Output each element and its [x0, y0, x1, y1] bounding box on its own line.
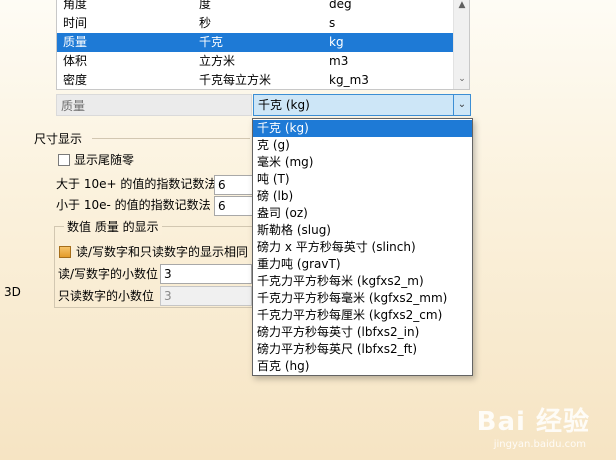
rw-decimals-input[interactable]: 3 [160, 264, 252, 284]
dropdown-option[interactable]: 磅力平方秒每英尺 (lbfxs2_ft) [253, 341, 472, 358]
unit-symbol-cell: kg [329, 35, 344, 49]
table-row[interactable]: 质量 千克 kg [57, 33, 455, 52]
show-trailing-zeros-label: 显示尾随零 [74, 153, 135, 167]
rw-decimals-label: 读/写数字的小数位 [58, 267, 159, 281]
table-row[interactable]: 时间 秒 s [57, 14, 455, 33]
dropdown-option[interactable]: 重力吨 (gravT) [253, 256, 472, 273]
less-exp-input[interactable]: 6 [214, 196, 254, 216]
quantity-name-cell: 角度 [63, 0, 88, 11]
dropdown-option[interactable]: 斯勒格 (slug) [253, 222, 472, 239]
ro-decimals-label: 只读数字的小数位 [58, 289, 155, 303]
watermark-url: jingyan.baidu.com [493, 439, 586, 450]
dropdown-option[interactable]: 克 (g) [253, 137, 472, 154]
dropdown-option[interactable]: 盎司 (oz) [253, 205, 472, 222]
same-display-label: 读/写数字和只读数字的显示相同 [76, 245, 249, 259]
dropdown-option[interactable]: 千克力平方秒每毫米 (kgfxs2_mm) [253, 290, 472, 307]
unit-table: 角度 度 deg 时间 秒 s 质量 千克 kg 体积 立方米 m3 密度 千克每立方米 kg_m3 ▲ ⌄ [56, 0, 470, 90]
unit-combobox-value: 千克 (kg) [258, 98, 310, 112]
quantity-name-cell: 密度 [63, 73, 88, 87]
dropdown-option[interactable]: 千克力平方秒每米 (kgfxs2_m) [253, 273, 472, 290]
table-row[interactable]: 体积 立方米 m3 [57, 52, 455, 71]
unit-combobox[interactable]: 千克 (kg) ⌄ [253, 94, 471, 116]
quantity-name-field: 质量 [56, 94, 252, 116]
less-exp-label: 小于 10e- 的值的指数记数法 [56, 198, 211, 212]
left-edge-3d-label: 3D [4, 285, 21, 299]
chevron-down-icon[interactable]: ⌄ [453, 95, 470, 115]
unit-name-cell: 千克 [199, 35, 224, 49]
same-display-checkbox[interactable] [59, 246, 71, 258]
unit-name-cell: 度 [199, 0, 212, 11]
ro-decimals-input: 3 [160, 286, 252, 306]
table-row[interactable]: 角度 度 deg [57, 0, 455, 14]
scroll-up-icon[interactable]: ▲ [454, 0, 469, 10]
dropdown-option[interactable]: 磅力 x 平方秒每英寸 (slinch) [253, 239, 472, 256]
table-vertical-scrollbar[interactable]: ▲ ⌄ [453, 0, 469, 89]
unit-name-cell: 秒 [199, 16, 212, 30]
dropdown-option[interactable]: 百克 (hg) [253, 358, 472, 375]
dropdown-option[interactable]: 千克 (kg) [253, 120, 472, 137]
quantity-name-cell: 体积 [63, 54, 88, 68]
quantity-name-cell: 时间 [63, 16, 88, 30]
dropdown-option[interactable]: 吨 (T) [253, 171, 472, 188]
unit-symbol-cell: kg_m3 [329, 73, 369, 87]
watermark-logo: Bai 经验 [476, 407, 590, 437]
unit-name-cell: 千克每立方米 [199, 73, 272, 87]
dropdown-option[interactable]: 毫米 (mg) [253, 154, 472, 171]
greater-exp-label: 大于 10e+ 的值的指数记数法 [56, 177, 217, 191]
dropdown-option[interactable]: 磅 (lb) [253, 188, 472, 205]
scroll-down-icon[interactable]: ⌄ [454, 74, 469, 84]
quantity-name-cell: 质量 [63, 35, 88, 49]
numeric-display-title: 数值 质量 的显示 [64, 218, 162, 235]
unit-symbol-cell: m3 [329, 54, 349, 68]
table-row[interactable]: 密度 千克每立方米 kg_m3 [57, 71, 455, 89]
unit-symbol-cell: s [329, 16, 336, 30]
unit-symbol-cell: deg [329, 0, 352, 11]
unit-dropdown-list[interactable]: 千克 (kg) 克 (g) 毫米 (mg) 吨 (T) 磅 (lb) 盎司 (oz) 斯勒格… [252, 118, 473, 376]
section-divider [92, 138, 250, 139]
dimension-display-title: 尺寸显示 [34, 132, 83, 146]
unit-name-cell: 立方米 [199, 54, 236, 68]
greater-exp-input[interactable]: 6 [214, 175, 254, 195]
dropdown-option[interactable]: 磅力平方秒每英寸 (lbfxs2_in) [253, 324, 472, 341]
dropdown-option[interactable]: 千克力平方秒每厘米 (kgfxs2_cm) [253, 307, 472, 324]
show-trailing-zeros-checkbox[interactable] [58, 154, 70, 166]
